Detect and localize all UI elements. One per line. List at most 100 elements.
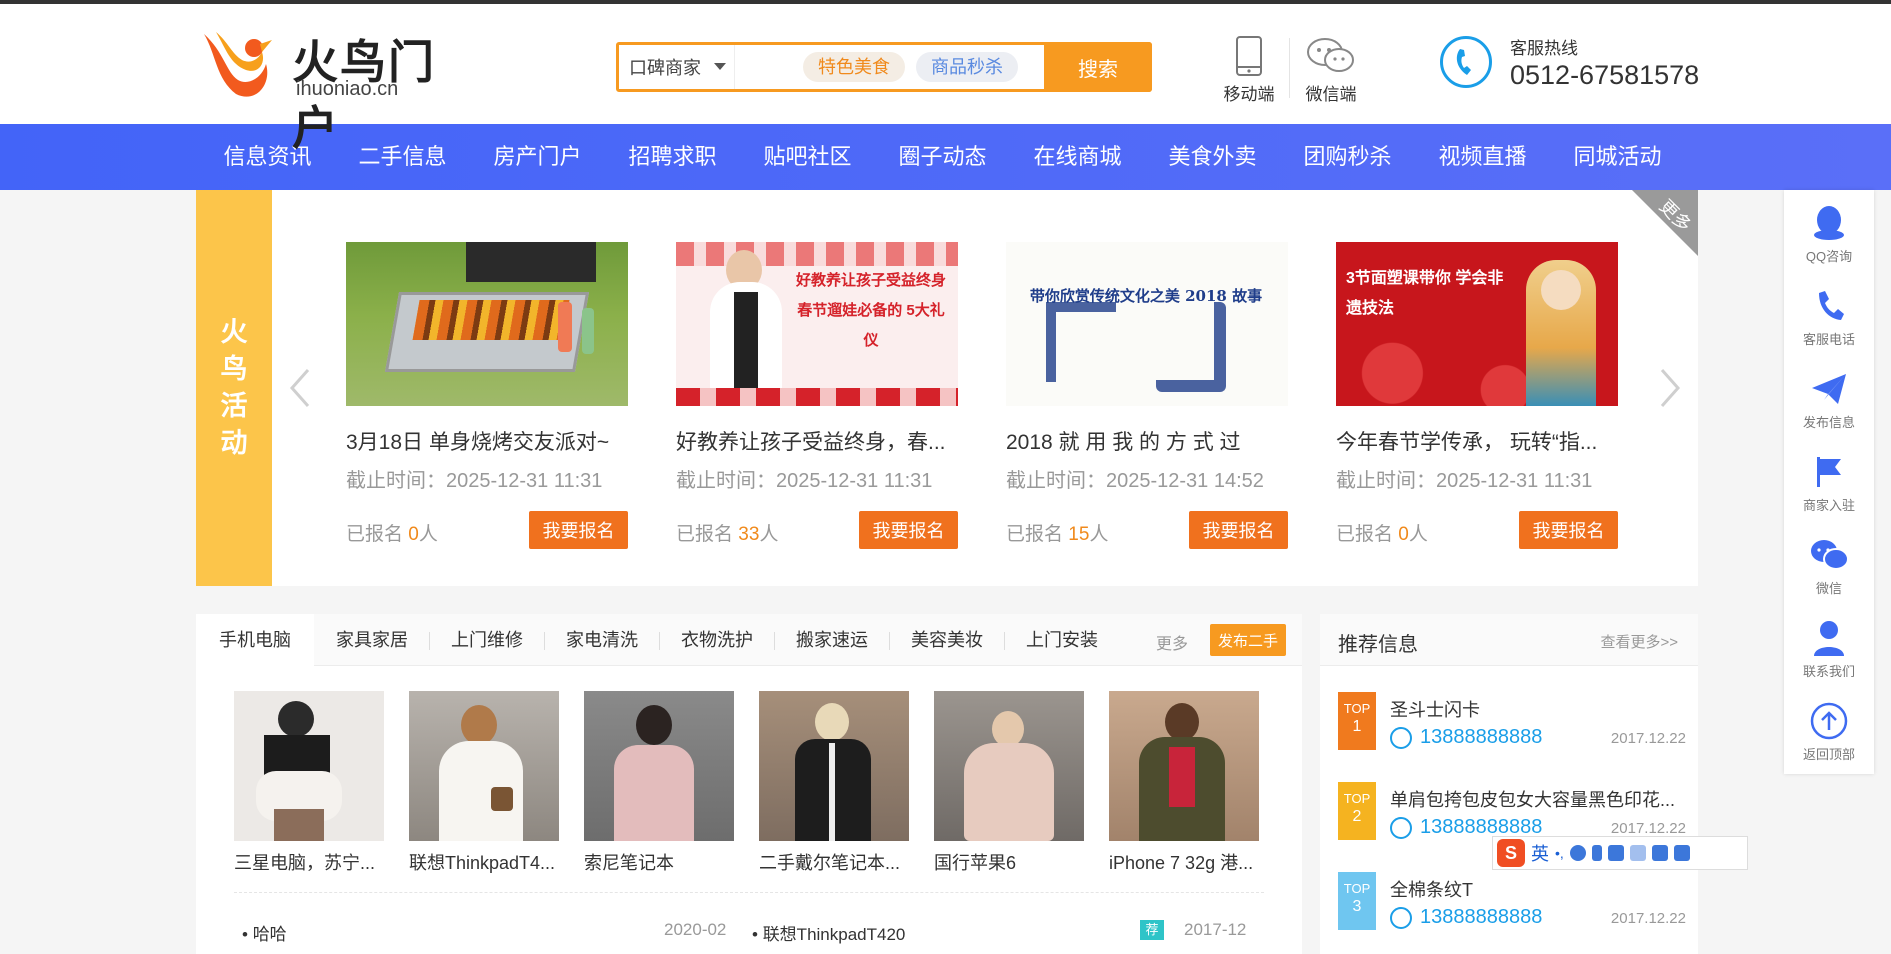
- nav-item-food-delivery[interactable]: 美食外卖: [1145, 124, 1280, 190]
- activity-card[interactable]: 带你欣赏传统文化之美 2018 故事 2018 就 用 我 的 方 式 过 截止…: [1006, 242, 1288, 549]
- mobile-label: 移动端: [1223, 85, 1275, 104]
- recommend-item-name[interactable]: 圣斗士闪卡: [1390, 696, 1480, 722]
- recommend-item[interactable]: TOP 3 全棉条纹T 13888888888 2017.12.22: [1338, 872, 1688, 952]
- site-header: 火鸟门户 ihuoniao.cn 口碑商家 特色美食 商品秒杀 搜索 移动端 微…: [0, 4, 1891, 154]
- nav-item-real-estate[interactable]: 房产门户: [470, 124, 605, 190]
- activity-image-bbq[interactable]: [346, 242, 628, 406]
- recommend-item-date: 2017.12.22: [1610, 730, 1686, 747]
- activity-image-culture[interactable]: 带你欣赏传统文化之美 2018 故事: [1006, 242, 1288, 406]
- tab-appliance-cleaning[interactable]: 家电清洗: [566, 614, 638, 666]
- product-item[interactable]: 国行苹果6: [934, 691, 1084, 875]
- signup-button[interactable]: 我要报名: [529, 511, 628, 549]
- product-image[interactable]: [409, 691, 559, 841]
- sogou-logo-icon: S: [1497, 839, 1525, 867]
- recommend-item-name[interactable]: 单肩包挎包皮包女大容量黑色印花...: [1390, 786, 1675, 812]
- tab-installation[interactable]: 上门安装: [1026, 614, 1098, 666]
- recommend-item-phone[interactable]: 13888888888: [1390, 906, 1542, 929]
- toolbox-icon[interactable]: [1673, 845, 1690, 861]
- tab-beauty[interactable]: 美容美妆: [911, 614, 983, 666]
- activity-image-etiquette[interactable]: 好教养让孩子受益终身 春节遛娃必备的 5大礼仪: [676, 242, 958, 406]
- nav-item-mall[interactable]: 在线商城: [1010, 124, 1145, 190]
- product-name[interactable]: 二手戴尔笔记本...: [759, 849, 909, 875]
- site-logo[interactable]: 火鸟门户 ihuoniao.cn: [196, 20, 466, 154]
- recommend-more-link[interactable]: 查看更多>>: [1600, 631, 1678, 652]
- activity-card[interactable]: 好教养让孩子受益终身 春节遛娃必备的 5大礼仪 好教养让孩子受益终身，春... …: [676, 242, 958, 549]
- service-phone-button[interactable]: 客服电话: [1784, 283, 1874, 363]
- product-name[interactable]: 三星电脑，苏宁...: [234, 849, 384, 875]
- mobile-link[interactable]: 移动端: [1214, 32, 1284, 105]
- tab-separator: [544, 632, 545, 650]
- activity-image-dough-art[interactable]: 3节面塑课带你 学会非遗技法: [1336, 242, 1618, 406]
- emoji-icon[interactable]: [1569, 845, 1586, 861]
- punctuation-icon[interactable]: •,: [1555, 845, 1564, 861]
- product-name[interactable]: iPhone 7 32g 港...: [1109, 849, 1259, 875]
- ads-more-link[interactable]: 更多: [1156, 630, 1188, 654]
- activity-signup-count: 已报名 0人: [346, 524, 438, 545]
- product-name[interactable]: 联想ThinkpadT4...: [409, 849, 559, 875]
- microphone-icon[interactable]: [1591, 845, 1602, 861]
- merchant-join-button[interactable]: 商家入驻: [1784, 449, 1874, 529]
- recommend-item-name[interactable]: 全棉条纹T: [1390, 876, 1473, 902]
- signup-button[interactable]: 我要报名: [859, 511, 958, 549]
- product-item[interactable]: 三星电脑，苏宁...: [234, 691, 384, 875]
- nav-item-live-video[interactable]: 视频直播: [1415, 124, 1550, 190]
- nav-item-circle[interactable]: 圈子动态: [875, 124, 1010, 190]
- activity-card-title[interactable]: 3月18日 单身烧烤交友派对~: [346, 426, 628, 456]
- activity-card-deadline: 截止时间：2025-12-31 11:31: [346, 470, 603, 492]
- product-item[interactable]: 联想ThinkpadT4...: [409, 691, 559, 875]
- ime-toolbar[interactable]: S 英 •,: [1492, 836, 1748, 870]
- nav-item-forum[interactable]: 贴吧社区: [740, 124, 875, 190]
- back-to-top-button[interactable]: 返回顶部: [1784, 698, 1874, 778]
- tab-phones-computers[interactable]: 手机电脑: [196, 614, 314, 667]
- wechat-link[interactable]: 微信端: [1296, 32, 1366, 105]
- product-item[interactable]: 二手戴尔笔记本...: [759, 691, 909, 875]
- product-image[interactable]: [584, 691, 734, 841]
- activity-card-title[interactable]: 2018 就 用 我 的 方 式 过: [1006, 426, 1288, 456]
- product-image[interactable]: [234, 691, 384, 841]
- wechat-button[interactable]: 微信: [1784, 532, 1874, 612]
- product-name[interactable]: 索尼笔记本: [584, 849, 734, 875]
- keyboard-icon[interactable]: [1607, 845, 1624, 861]
- contact-us-button[interactable]: 联系我们: [1784, 615, 1874, 695]
- tab-furniture[interactable]: 家具家居: [336, 614, 408, 666]
- ime-language[interactable]: 英: [1531, 840, 1549, 866]
- signup-button[interactable]: 我要报名: [1189, 511, 1288, 549]
- tab-moving[interactable]: 搬家速运: [796, 614, 868, 666]
- product-name[interactable]: 国行苹果6: [934, 849, 1084, 875]
- recommend-item[interactable]: TOP 1 圣斗士闪卡 13888888888 2017.12.22: [1338, 692, 1688, 772]
- search-tag-food[interactable]: 特色美食: [803, 52, 905, 82]
- rank-badge: TOP 3: [1338, 872, 1376, 930]
- user-icon[interactable]: [1629, 845, 1646, 861]
- tab-laundry[interactable]: 衣物洗护: [681, 614, 753, 666]
- post-info-button[interactable]: 发布信息: [1784, 366, 1874, 446]
- phone-icon: [1390, 726, 1412, 749]
- wechat-label: 微信: [1815, 581, 1842, 596]
- qq-consult-button[interactable]: QQ咨询: [1784, 200, 1874, 280]
- chevron-right-icon[interactable]: [1656, 366, 1684, 410]
- contact-us-label: 联系我们: [1802, 664, 1855, 679]
- signup-button[interactable]: 我要报名: [1519, 511, 1618, 549]
- nav-item-jobs[interactable]: 招聘求职: [605, 124, 740, 190]
- search-tag-flash-sale[interactable]: 商品秒杀: [916, 52, 1018, 82]
- product-item[interactable]: iPhone 7 32g 港...: [1109, 691, 1259, 875]
- product-image[interactable]: [934, 691, 1084, 841]
- nav-item-group-buy[interactable]: 团购秒杀: [1280, 124, 1415, 190]
- search-type-select[interactable]: 口碑商家: [619, 45, 735, 89]
- product-item[interactable]: 索尼笔记本: [584, 691, 734, 875]
- nav-item-events[interactable]: 同城活动: [1550, 124, 1685, 190]
- skin-icon[interactable]: [1651, 845, 1668, 861]
- flag-icon: [1817, 457, 1841, 487]
- activity-card[interactable]: 3节面塑课带你 学会非遗技法 今年春节学传承， 玩转“指... 截止时间：202…: [1336, 242, 1618, 549]
- more-corner-button[interactable]: 更多: [1632, 190, 1698, 256]
- activity-card-title[interactable]: 好教养让孩子受益终身，春...: [676, 426, 958, 456]
- search-button[interactable]: 搜索: [1044, 42, 1152, 92]
- chevron-left-icon[interactable]: [286, 366, 314, 410]
- post-second-hand-button[interactable]: 发布二手: [1210, 624, 1286, 656]
- search-bar: 口碑商家 特色美食 商品秒杀 搜索: [616, 42, 1152, 92]
- recommend-item-phone[interactable]: 13888888888: [1390, 726, 1542, 749]
- tab-repair[interactable]: 上门维修: [451, 614, 523, 666]
- activity-card[interactable]: 3月18日 单身烧烤交友派对~ 截止时间：2025-12-31 11:31 已报…: [346, 242, 628, 549]
- activity-card-title[interactable]: 今年春节学传承， 玩转“指...: [1336, 426, 1618, 456]
- product-image[interactable]: [1109, 691, 1259, 841]
- product-image[interactable]: [759, 691, 909, 841]
